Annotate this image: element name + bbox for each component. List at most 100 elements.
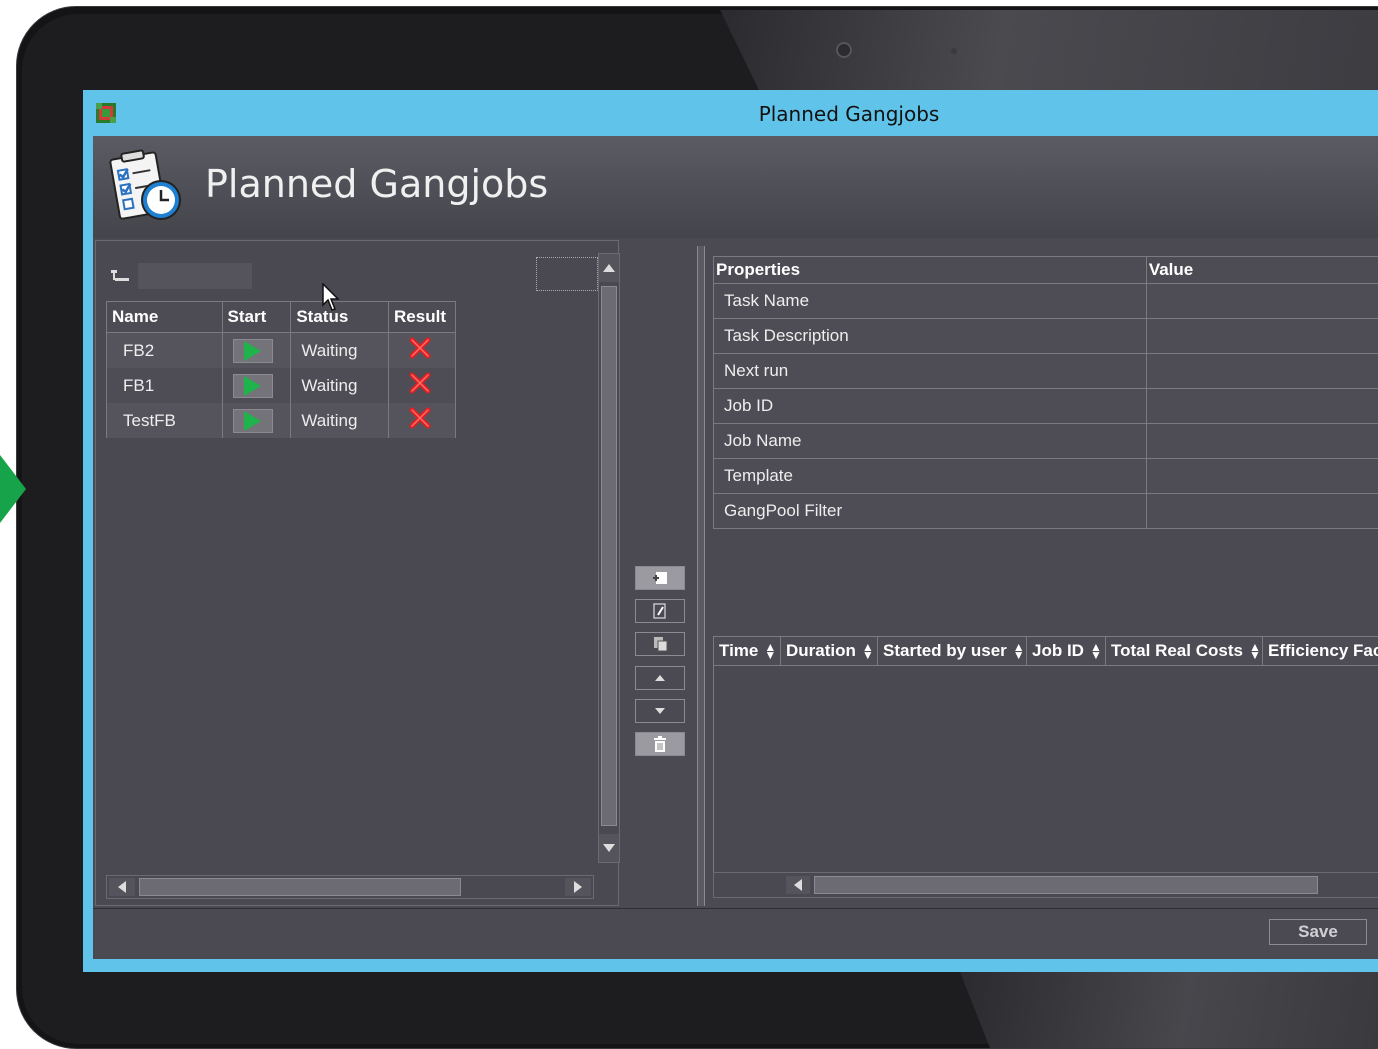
property-value[interactable] xyxy=(1145,318,1378,354)
job-status: Waiting xyxy=(290,368,390,403)
copy-button[interactable] xyxy=(635,632,685,656)
horizontal-scrollbar[interactable] xyxy=(106,875,594,899)
scroll-down-button[interactable] xyxy=(599,834,619,862)
trash-icon xyxy=(654,736,666,752)
bezel-glare-bottom xyxy=(960,972,1378,1048)
edit-icon xyxy=(653,603,666,619)
sort-icon: ▲ ▼ xyxy=(1089,640,1102,662)
property-row[interactable]: Job Name xyxy=(713,423,1378,459)
vertical-scrollbar[interactable] xyxy=(598,253,620,863)
panel-splitter[interactable] xyxy=(697,246,705,906)
save-button[interactable]: Save xyxy=(1269,919,1367,945)
property-label: Template xyxy=(713,458,1147,494)
jobs-panel: Name Start Status Result FB2 Waiting FB1 xyxy=(95,240,620,906)
scroll-left-button[interactable] xyxy=(786,876,810,894)
play-icon[interactable] xyxy=(232,408,273,433)
add-button[interactable] xyxy=(635,566,685,590)
focus-box[interactable] xyxy=(536,257,598,291)
move-down-icon xyxy=(655,708,665,714)
table-row[interactable]: TestFB Waiting xyxy=(106,403,456,438)
property-value[interactable] xyxy=(1145,388,1378,424)
error-x-icon xyxy=(409,337,431,359)
column-label: Job ID xyxy=(1032,641,1084,660)
horizontal-scroll-thumb[interactable] xyxy=(814,876,1318,894)
scroll-right-button[interactable] xyxy=(565,878,591,896)
column-header-efficiency[interactable]: Efficiency Fac xyxy=(1263,637,1378,665)
property-value[interactable] xyxy=(1145,353,1378,389)
property-value[interactable] xyxy=(1145,493,1378,529)
chevron-left-icon xyxy=(118,881,126,893)
property-label: Task Description xyxy=(713,318,1147,354)
delete-button[interactable] xyxy=(635,732,685,756)
scroll-left-button[interactable] xyxy=(109,878,135,896)
table-row[interactable]: FB2 Waiting xyxy=(106,332,456,368)
edit-button[interactable] xyxy=(635,599,685,623)
play-icon[interactable] xyxy=(232,373,273,398)
copy-icon xyxy=(654,637,668,652)
column-label: Efficiency Fac xyxy=(1268,641,1378,660)
property-row[interactable]: Task Name xyxy=(713,283,1378,319)
property-label: GangPool Filter xyxy=(713,493,1147,529)
move-up-icon xyxy=(655,675,665,681)
property-label: Job Name xyxy=(713,423,1147,459)
job-status: Waiting xyxy=(290,403,390,438)
column-header-result[interactable]: Result xyxy=(388,301,456,333)
chevron-right-icon xyxy=(574,881,582,893)
window-title: Planned Gangjobs xyxy=(758,102,940,126)
column-header-properties[interactable]: Properties xyxy=(713,256,1147,284)
column-label: Duration xyxy=(786,641,856,660)
job-status: Waiting xyxy=(290,332,390,368)
column-header-job-id[interactable]: Job ID ▲ ▼ xyxy=(1027,637,1106,665)
property-row[interactable]: Task Description xyxy=(713,318,1378,354)
column-header-start[interactable]: Start xyxy=(221,301,292,333)
property-label: Task Name xyxy=(713,283,1147,319)
chevron-up-icon xyxy=(603,264,615,272)
property-label: Next run xyxy=(713,353,1147,389)
column-header-duration[interactable]: Duration ▲ ▼ xyxy=(781,637,878,665)
property-row[interactable]: Next run xyxy=(713,353,1378,389)
page-header: Planned Gangjobs xyxy=(93,136,1378,238)
bezel-glare-top xyxy=(720,10,1378,92)
column-header-name[interactable]: Name xyxy=(106,301,223,333)
history-table-body xyxy=(713,666,1378,872)
column-header-value[interactable]: Value xyxy=(1145,256,1378,284)
property-label: Job ID xyxy=(713,388,1147,424)
property-value[interactable] xyxy=(1145,458,1378,494)
property-row[interactable]: Job ID xyxy=(713,388,1378,424)
task-list-clock-icon xyxy=(109,149,181,220)
property-row[interactable]: Template xyxy=(713,458,1378,494)
vertical-scroll-thumb[interactable] xyxy=(601,286,617,826)
column-header-total-real-costs[interactable]: Total Real Costs ▲ ▼ xyxy=(1106,637,1263,665)
horizontal-scroll-thumb[interactable] xyxy=(139,878,461,896)
content-area: Name Start Status Result FB2 Waiting FB1 xyxy=(93,238,1378,959)
property-row[interactable]: GangPool Filter xyxy=(713,493,1378,529)
property-value[interactable] xyxy=(1145,283,1378,319)
column-header-time[interactable]: Time ▲ ▼ xyxy=(714,637,781,665)
property-value[interactable] xyxy=(1145,423,1378,459)
column-label: Time xyxy=(719,641,759,660)
scroll-up-button[interactable] xyxy=(599,254,619,282)
app-window: Planned Gangjobs Planned Gangjobs Name S… xyxy=(83,90,1378,972)
camera-icon xyxy=(836,42,852,58)
tree-icon[interactable] xyxy=(110,269,132,283)
sort-icon: ▲ ▼ xyxy=(1248,640,1261,662)
history-horizontal-scrollbar[interactable] xyxy=(713,872,1378,898)
title-bar[interactable]: Planned Gangjobs xyxy=(83,90,1378,136)
move-down-button[interactable] xyxy=(635,699,685,723)
sort-icon: ▲ ▼ xyxy=(861,640,874,662)
chevron-down-icon xyxy=(603,844,615,852)
filter-input[interactable] xyxy=(138,263,252,289)
jobs-table: Name Start Status Result FB2 Waiting FB1 xyxy=(106,301,456,438)
history-table-header: Time ▲ ▼ Duration ▲ ▼ Started by user ▲ ▼ Job … xyxy=(713,636,1378,666)
play-icon[interactable] xyxy=(232,338,273,363)
move-up-button[interactable] xyxy=(635,666,685,690)
column-label: Started by user xyxy=(883,641,1007,660)
column-header-started-by-user[interactable]: Started by user ▲ ▼ xyxy=(878,637,1027,665)
sort-icon: ▲ ▼ xyxy=(764,640,777,662)
sort-icon: ▲ ▼ xyxy=(1012,640,1025,662)
properties-table: Properties Value Task Name Task Descript… xyxy=(713,256,1378,529)
job-name: FB1 xyxy=(106,368,223,403)
table-row[interactable]: FB1 Waiting xyxy=(106,368,456,403)
mouse-cursor-icon xyxy=(322,283,340,311)
sensor-dot xyxy=(951,48,957,54)
